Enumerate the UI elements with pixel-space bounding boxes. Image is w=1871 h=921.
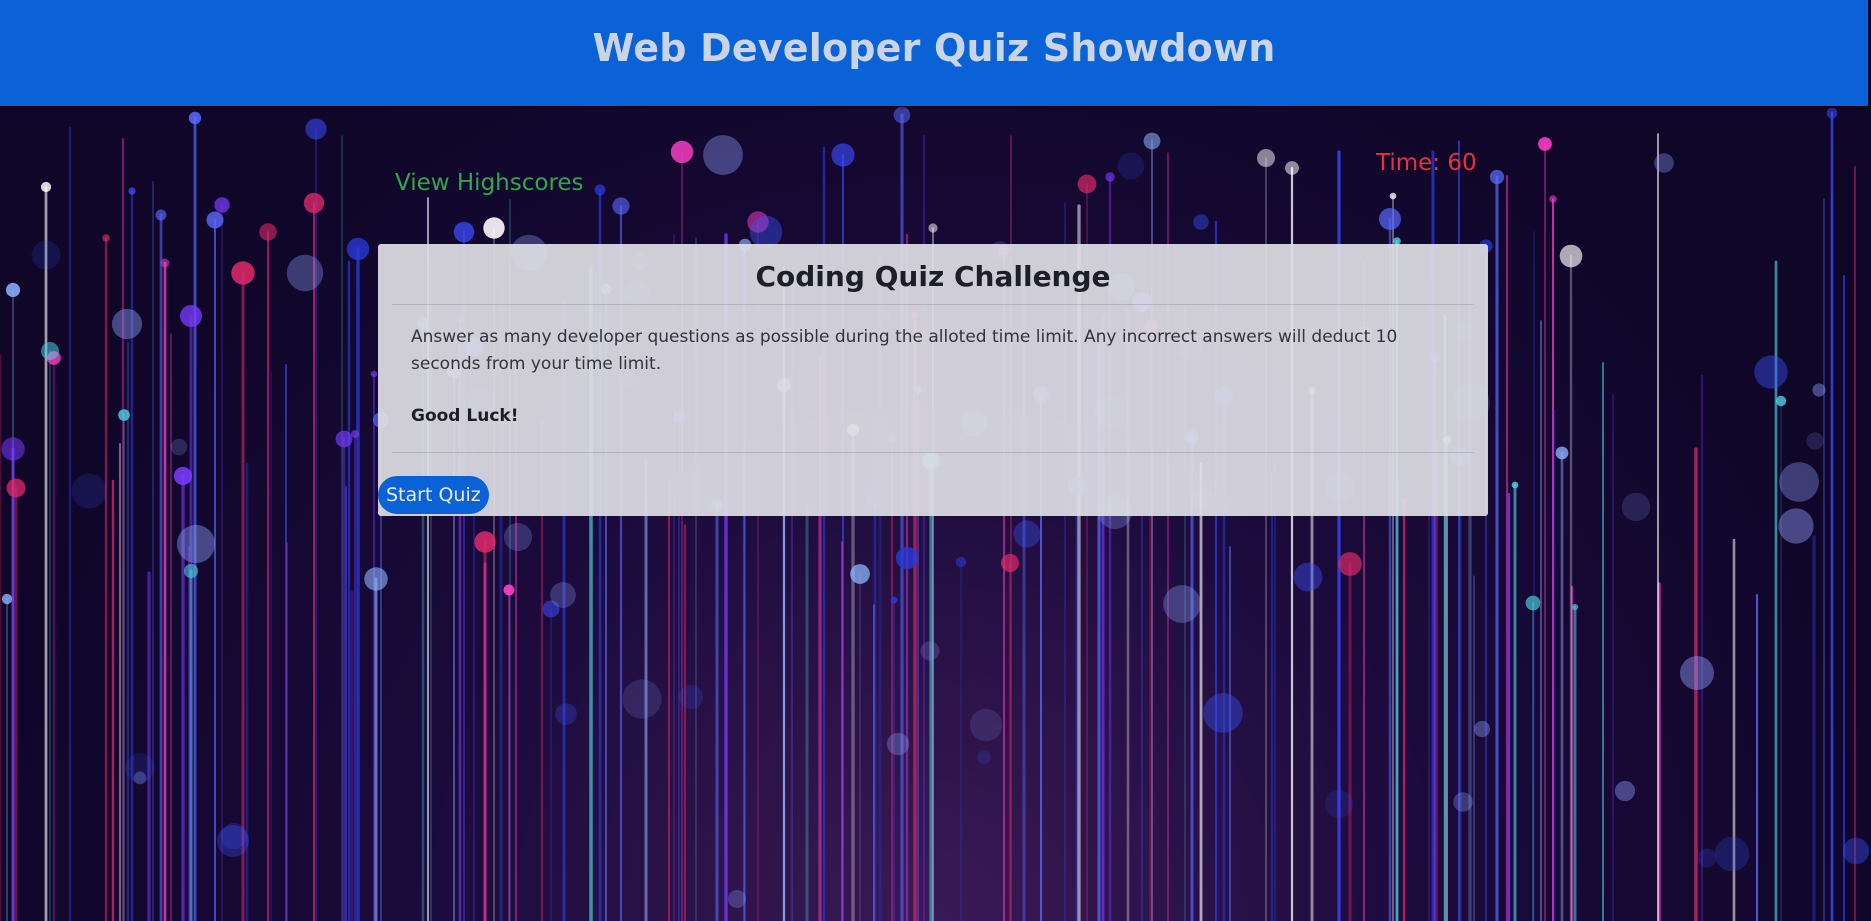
app-header: Web Developer Quiz Showdown <box>0 0 1868 106</box>
start-quiz-button[interactable]: Start Quiz <box>378 476 489 514</box>
page-title: Web Developer Quiz Showdown <box>592 26 1276 70</box>
card-divider-top <box>392 304 1474 305</box>
view-highscores-link[interactable]: View Highscores <box>395 170 584 196</box>
card-title: Coding Quiz Challenge <box>755 260 1111 293</box>
quiz-intro-card: Coding Quiz Challenge Answer as many dev… <box>378 244 1488 516</box>
timer-display: Time: 60 <box>1376 150 1477 176</box>
card-description: Answer as many developer questions as po… <box>411 327 1398 374</box>
good-luck-text: Good Luck! <box>411 406 519 426</box>
card-divider-bottom <box>392 452 1474 453</box>
page: Web Developer Quiz Showdown View Highsco… <box>0 0 1871 921</box>
